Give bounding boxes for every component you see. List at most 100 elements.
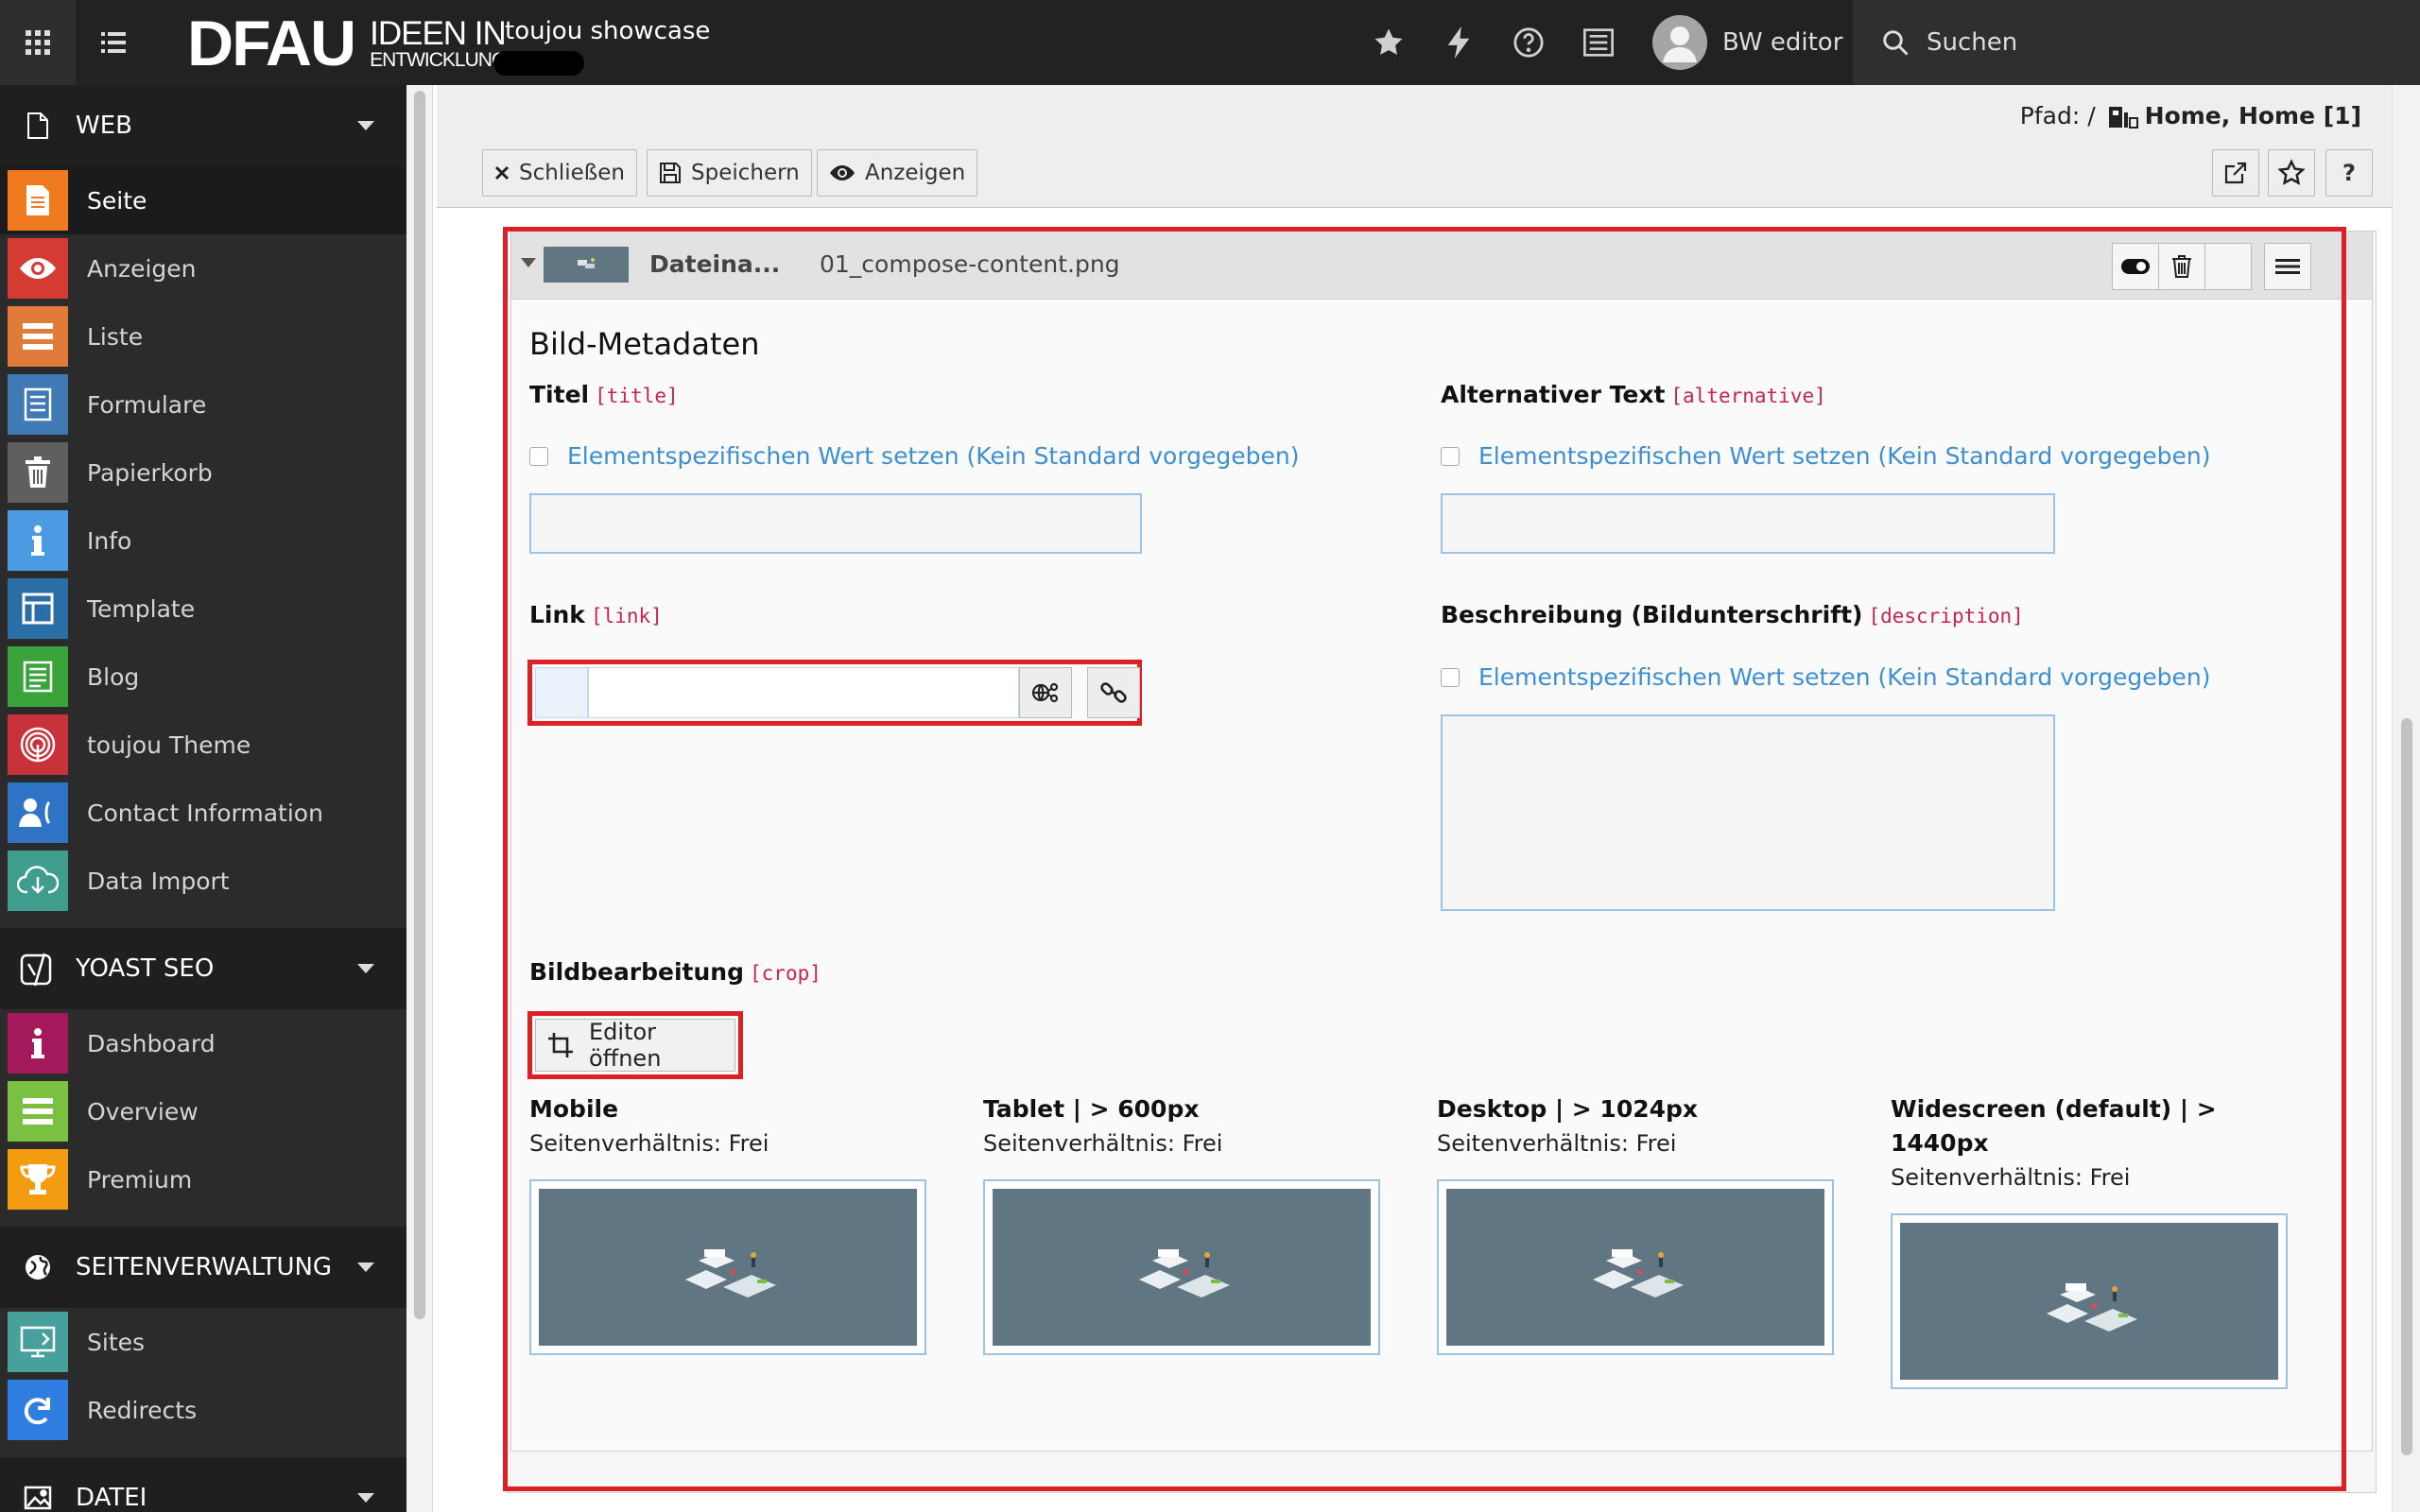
sidebar-item-papierkorb[interactable]: Papierkorb bbox=[0, 438, 406, 507]
sidebar-item-label: Formulare bbox=[87, 390, 207, 419]
page-home-icon bbox=[2108, 106, 2138, 129]
sidebar-item-label: Overview bbox=[87, 1097, 199, 1125]
blog-icon bbox=[8, 646, 68, 707]
sidebar-group-label: WEB bbox=[76, 112, 132, 140]
sidebar-item-seite[interactable]: Seite bbox=[0, 166, 406, 234]
page-module-icon bbox=[8, 170, 68, 231]
sidebar-item-template[interactable]: Template bbox=[0, 575, 406, 643]
save-label: Speichern bbox=[691, 161, 800, 185]
template-icon bbox=[8, 578, 68, 639]
sidebar-item-redirects[interactable]: Redirects bbox=[0, 1376, 406, 1444]
help-button[interactable] bbox=[1507, 21, 1550, 64]
sidebar-separator bbox=[0, 915, 406, 928]
sidebar-item-data-import[interactable]: Data Import bbox=[0, 847, 406, 915]
sidebar-separator bbox=[0, 1444, 406, 1457]
scrollbar-thumb[interactable] bbox=[2401, 718, 2412, 1455]
sidebar-item-label: Liste bbox=[87, 322, 144, 351]
clear-cache-button[interactable] bbox=[1437, 21, 1480, 64]
module-sidebar: WEB Seite Anzeigen Liste Formulare Papie… bbox=[0, 85, 406, 1512]
sidebar-item-blog[interactable]: Blog bbox=[0, 643, 406, 711]
redaction-mark bbox=[493, 51, 584, 76]
sidebar-item-overview[interactable]: Overview bbox=[0, 1077, 406, 1145]
bookmarks-button[interactable] bbox=[1367, 21, 1410, 64]
sidebar-item-liste[interactable]: Liste bbox=[0, 302, 406, 370]
contact-icon bbox=[8, 782, 68, 843]
close-icon bbox=[494, 165, 510, 180]
scrollbar-thumb[interactable] bbox=[414, 91, 425, 1319]
view-button[interactable]: Anzeigen bbox=[817, 149, 978, 197]
help-circle-icon bbox=[1513, 27, 1544, 58]
dfau-logo[interactable]: DFAU IDEEN IN ENTWICKLUNG bbox=[187, 8, 507, 79]
search-icon bbox=[1883, 30, 1909, 56]
apps-grid-icon bbox=[26, 30, 50, 55]
sidebar-item-contact-information[interactable]: Contact Information bbox=[0, 779, 406, 847]
logo-subtext: IDEEN IN ENTWICKLUNG bbox=[370, 15, 507, 70]
open-new-window-button[interactable] bbox=[2212, 149, 2259, 197]
form-icon bbox=[8, 374, 68, 435]
sidebar-item-info[interactable]: Info bbox=[0, 507, 406, 575]
image-icon bbox=[24, 1486, 52, 1510]
panel-highlight bbox=[503, 227, 2346, 1491]
sidebar-item-label: Template bbox=[87, 594, 196, 623]
save-icon bbox=[660, 163, 681, 183]
sidebar-separator bbox=[0, 1213, 406, 1227]
globe-icon bbox=[26, 1255, 50, 1280]
chevron-down-icon bbox=[357, 964, 374, 973]
page-tree-scrollbar[interactable] bbox=[406, 85, 433, 1512]
user-name: BW editor bbox=[1722, 28, 1843, 57]
sidebar-group-yoast-seo[interactable]: YOAST SEO bbox=[0, 928, 406, 1009]
user-menu[interactable]: BW editor bbox=[1652, 15, 1842, 70]
dashboard-icon bbox=[8, 1013, 68, 1074]
save-button[interactable]: Speichern bbox=[647, 149, 812, 197]
sidebar-item-label: Data Import bbox=[87, 867, 230, 895]
sidebar-item-label: Contact Information bbox=[87, 799, 323, 827]
lightning-icon bbox=[1447, 26, 1470, 59]
sidebar-item-label: toujou Theme bbox=[87, 730, 251, 759]
sidebar-item-premium[interactable]: Premium bbox=[0, 1145, 406, 1213]
sidebar-group-web[interactable]: WEB bbox=[0, 85, 406, 166]
sidebar-item-toujou-theme[interactable]: toujou Theme bbox=[0, 711, 406, 779]
eye-icon bbox=[830, 165, 855, 180]
sidebar-item-sites[interactable]: Sites bbox=[0, 1308, 406, 1376]
sidebar-group-label: YOAST SEO bbox=[76, 954, 215, 983]
list-icon bbox=[101, 32, 126, 53]
view-label: Anzeigen bbox=[865, 161, 966, 185]
site-name: toujou showcase bbox=[505, 17, 711, 45]
sidebar-item-label: Blog bbox=[87, 662, 140, 691]
chevron-down-icon bbox=[357, 1263, 374, 1272]
sidebar-group-datei[interactable]: DATEI bbox=[0, 1457, 406, 1512]
path-label: Pfad: / bbox=[2019, 102, 2096, 129]
content-scrollbar[interactable] bbox=[2392, 85, 2420, 1512]
cloud-download-icon bbox=[8, 850, 68, 911]
logo-main-text: DFAU bbox=[187, 8, 356, 79]
chevron-down-icon bbox=[357, 121, 374, 130]
sidebar-item-dashboard[interactable]: Dashboard bbox=[0, 1009, 406, 1077]
sidebar-item-label: Anzeigen bbox=[87, 254, 197, 283]
list-module-icon bbox=[8, 306, 68, 367]
search-label: Suchen bbox=[1927, 28, 2018, 57]
bookmark-button[interactable] bbox=[2268, 149, 2315, 197]
path-page[interactable]: Home, Home [1] bbox=[2145, 102, 2361, 129]
search-button[interactable]: Suchen bbox=[1853, 0, 2420, 85]
page-tree-toggle[interactable] bbox=[76, 0, 151, 85]
close-button[interactable]: Schließen bbox=[482, 149, 637, 197]
eye-icon bbox=[8, 238, 68, 299]
avatar bbox=[1652, 15, 1707, 70]
sidebar-item-formulare[interactable]: Formulare bbox=[0, 370, 406, 438]
logo-line-1: IDEEN IN bbox=[370, 15, 507, 52]
trophy-icon bbox=[8, 1149, 68, 1210]
overview-icon bbox=[8, 1081, 68, 1142]
breadcrumb: Pfad: / Home, Home [1] bbox=[2020, 102, 2361, 129]
sidebar-item-label: Redirects bbox=[87, 1396, 198, 1424]
sidebar-group-seitenverwaltung[interactable]: SEITENVERWALTUNG bbox=[0, 1227, 406, 1308]
module-menu-button[interactable] bbox=[0, 0, 76, 85]
sidebar-group-label: DATEI bbox=[76, 1484, 147, 1512]
redirect-icon bbox=[8, 1380, 68, 1440]
sidebar-item-anzeigen[interactable]: Anzeigen bbox=[0, 234, 406, 302]
system-info-button[interactable] bbox=[1577, 21, 1620, 64]
document-icon bbox=[27, 112, 48, 139]
context-help-button[interactable]: ? bbox=[2325, 149, 2373, 197]
sidebar-item-label: Premium bbox=[87, 1165, 193, 1194]
sites-icon bbox=[8, 1312, 68, 1372]
close-label: Schließen bbox=[519, 161, 625, 185]
